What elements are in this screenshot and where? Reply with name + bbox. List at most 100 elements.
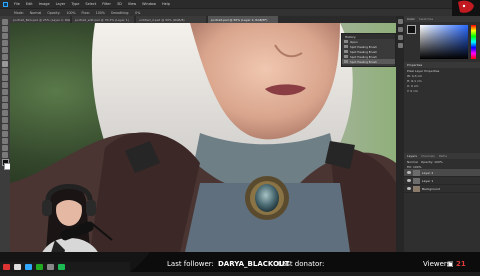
menu-select[interactable]: Select bbox=[85, 2, 96, 6]
marquee-tool-icon[interactable] bbox=[2, 26, 8, 32]
tab-layers[interactable]: Layers bbox=[407, 154, 417, 158]
layer-row[interactable]: Layer 2 bbox=[404, 169, 480, 177]
streamer-logo bbox=[452, 0, 480, 16]
menu-window[interactable]: Window bbox=[142, 2, 156, 6]
menu-view[interactable]: View bbox=[128, 2, 136, 6]
red-mask-icon bbox=[458, 0, 474, 13]
healing-step-icon bbox=[344, 50, 348, 53]
tab-document-active[interactable]: portrait.psd @ 50% (Layer 2, RGB/8*) bbox=[208, 16, 278, 23]
menu-bar: File Edit Image Layer Type Select Filter… bbox=[0, 0, 480, 8]
character-panel-icon[interactable] bbox=[397, 35, 403, 40]
gradient-tool-icon[interactable] bbox=[2, 96, 8, 102]
tab-document-3[interactable]: untitled_2.psd @ 50% (RGB/8) bbox=[136, 16, 206, 23]
viewers-count: 21 bbox=[456, 260, 466, 268]
color-picker[interactable] bbox=[404, 22, 480, 62]
quick-select-tool-icon[interactable] bbox=[2, 40, 8, 46]
ps-logo-icon[interactable] bbox=[3, 1, 8, 7]
last-follower-label: Last follower: bbox=[167, 260, 214, 268]
blend-mode-select[interactable]: Normal bbox=[407, 160, 418, 164]
layer-row[interactable]: Layer 1 bbox=[404, 177, 480, 185]
hand-tool-icon[interactable] bbox=[2, 145, 8, 151]
app-icon-green-2[interactable] bbox=[58, 264, 65, 270]
tab-document-2[interactable]: portrait_edit.psd @ 33.3% (Layer 1) bbox=[72, 16, 134, 23]
history-item-label: Spot Healing Brush bbox=[350, 44, 377, 49]
menu-3d[interactable]: 3D bbox=[117, 2, 122, 6]
flow-input[interactable]: 100% bbox=[96, 11, 105, 15]
zoom-tool-icon[interactable] bbox=[2, 152, 8, 158]
mode-select[interactable]: Normal bbox=[30, 11, 42, 15]
color-field[interactable] bbox=[420, 25, 468, 59]
layer-fill[interactable]: Fill: 100% bbox=[407, 165, 422, 169]
blur-tool-icon[interactable] bbox=[2, 103, 8, 109]
app-icon-green[interactable] bbox=[36, 264, 43, 270]
brush-settings-icon[interactable] bbox=[397, 27, 403, 32]
history-brush-tool-icon[interactable] bbox=[2, 82, 8, 88]
layer-opacity[interactable]: Opacity: 100% bbox=[421, 160, 443, 164]
opacity-input[interactable]: 100% bbox=[66, 11, 75, 15]
smoothing-input[interactable]: 0% bbox=[135, 11, 140, 15]
properties-empty bbox=[404, 93, 480, 153]
app-icon-gray[interactable] bbox=[47, 264, 54, 270]
layer-name: Background bbox=[422, 186, 440, 191]
tab-document-1[interactable]: portrait_B2A.psd @ 25% (Layer 2, RGB/8) bbox=[10, 16, 70, 23]
layer-row[interactable]: Background bbox=[404, 185, 480, 193]
healing-step-icon bbox=[344, 45, 348, 48]
menu-layer[interactable]: Layer bbox=[56, 2, 66, 6]
photoshop-taskbar-icon[interactable] bbox=[25, 264, 32, 270]
clone-stamp-tool-icon[interactable] bbox=[2, 75, 8, 81]
tab-properties[interactable]: Properties bbox=[407, 63, 422, 67]
app-icon-white[interactable] bbox=[14, 264, 21, 270]
paragraph-panel-icon[interactable] bbox=[397, 43, 403, 48]
history-item-label: Spot Healing Brush bbox=[350, 59, 377, 64]
mode-label: Mode: bbox=[14, 10, 24, 15]
eyedropper-tool-icon[interactable] bbox=[2, 54, 8, 60]
menu-file[interactable]: File bbox=[14, 2, 20, 6]
visibility-eye-icon[interactable] bbox=[407, 179, 411, 182]
tab-channels[interactable]: Channels bbox=[421, 154, 435, 158]
options-bar: Mode: Normal Opacity: 100% Flow: 100% Sm… bbox=[0, 8, 480, 16]
layer-thumbnail bbox=[413, 185, 420, 192]
crop-tool-icon[interactable] bbox=[2, 47, 8, 53]
lasso-tool-icon[interactable] bbox=[2, 33, 8, 39]
right-panel-dock: Color Swatches Properties Pixel Layer Pr… bbox=[404, 16, 480, 252]
brush-tool-icon[interactable] bbox=[2, 68, 8, 74]
foreground-swatch[interactable] bbox=[407, 25, 416, 34]
menu-filter[interactable]: Filter bbox=[102, 2, 111, 6]
history-panel-icon[interactable] bbox=[397, 19, 403, 24]
layer-name: Layer 2 bbox=[422, 170, 434, 175]
tab-paths[interactable]: Paths bbox=[439, 154, 447, 158]
path-select-tool-icon[interactable] bbox=[2, 131, 8, 137]
history-tab[interactable]: History bbox=[345, 35, 356, 39]
menu-type[interactable]: Type bbox=[71, 2, 79, 6]
smoothing-label: Smoothing: bbox=[110, 10, 130, 15]
history-item-label: Open bbox=[350, 39, 358, 44]
collapsed-panels bbox=[396, 16, 404, 252]
healing-brush-tool-icon[interactable] bbox=[2, 61, 8, 67]
layer-thumbnail bbox=[413, 169, 420, 176]
menu-edit[interactable]: Edit bbox=[26, 2, 33, 6]
history-item-label: Spot Healing Brush bbox=[350, 54, 377, 59]
menu-help[interactable]: Help bbox=[162, 2, 170, 6]
dodge-tool-icon[interactable] bbox=[2, 110, 8, 116]
menu-image[interactable]: Image bbox=[39, 2, 50, 6]
history-item-selected[interactable]: Spot Healing Brush bbox=[342, 59, 395, 64]
app-icon-red[interactable] bbox=[3, 264, 10, 270]
healing-step-icon bbox=[344, 55, 348, 58]
visibility-eye-icon[interactable] bbox=[407, 171, 411, 174]
flow-label: Flow: bbox=[81, 10, 90, 15]
move-tool-icon[interactable] bbox=[2, 19, 8, 25]
visibility-eye-icon[interactable] bbox=[407, 187, 411, 190]
tools-panel bbox=[0, 16, 11, 252]
type-tool-icon[interactable] bbox=[2, 124, 8, 130]
shape-tool-icon[interactable] bbox=[2, 138, 8, 144]
layer-name: Layer 1 bbox=[422, 178, 434, 183]
pen-tool-icon[interactable] bbox=[2, 117, 8, 123]
tab-color[interactable]: Color bbox=[407, 17, 415, 21]
history-item-label: Spot Healing Brush bbox=[350, 49, 377, 54]
tab-swatches[interactable]: Swatches bbox=[419, 17, 433, 21]
document-tabs: portrait_B2A.psd @ 25% (Layer 2, RGB/8) … bbox=[10, 16, 396, 23]
opacity-label: Opacity: bbox=[47, 10, 61, 15]
eraser-tool-icon[interactable] bbox=[2, 89, 8, 95]
twitch-icon: ▣ bbox=[447, 260, 454, 268]
hue-slider[interactable] bbox=[471, 25, 476, 59]
